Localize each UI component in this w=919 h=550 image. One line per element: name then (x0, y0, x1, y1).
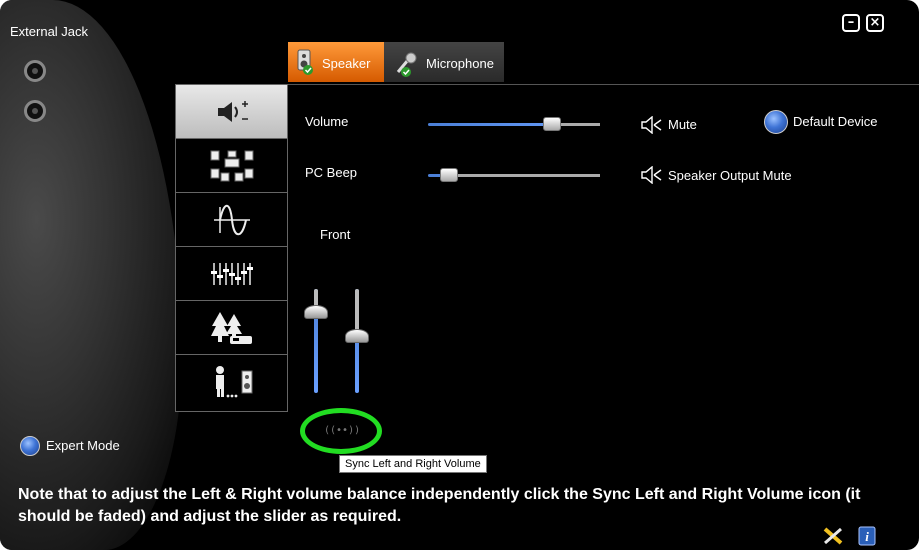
svg-text:i: i (865, 529, 869, 544)
mute-icon[interactable] (640, 116, 662, 134)
volume-slider[interactable] (428, 117, 600, 131)
instruction-note: Note that to adjust the Left & Right vol… (18, 486, 861, 525)
speaker-settings-panel (288, 84, 919, 481)
tab-speaker-label: Speaker (322, 56, 371, 71)
equalizer-icon (210, 262, 253, 285)
audio-manager-window: External Jack Expert Mode – × Speaker Mi… (0, 0, 919, 550)
pc-beep-label: PC Beep (305, 165, 358, 180)
default-device-label: Default Device (793, 114, 878, 129)
highlight-ring (300, 408, 382, 454)
tab-microphone-label: Microphone (426, 56, 494, 71)
front-right-slider-thumb[interactable] (345, 329, 369, 343)
audio-jack-2-icon[interactable] (24, 100, 46, 122)
tab-microphone[interactable]: Microphone (384, 42, 504, 82)
speaker-config-icon (210, 150, 253, 181)
microphone-icon (396, 52, 417, 77)
default-device-radio[interactable] (764, 110, 788, 134)
room-correction-icon (215, 366, 252, 398)
minimize-button[interactable]: – (842, 14, 860, 32)
external-jack-title: External Jack (10, 24, 89, 39)
pc-beep-slider[interactable] (428, 168, 600, 182)
sync-tooltip: Sync Left and Right Volume (339, 455, 487, 473)
front-left-slider-thumb[interactable] (304, 305, 328, 319)
info-icon[interactable]: i (858, 526, 876, 546)
expert-mode-radio[interactable] (20, 436, 40, 456)
function-icon-column (175, 84, 288, 412)
expert-mode-label: Expert Mode (46, 438, 120, 453)
tab-speaker[interactable]: Speaker (288, 42, 384, 82)
pc-beep-slider-thumb[interactable] (440, 168, 458, 182)
front-channel-label: Front (320, 227, 351, 242)
environment-icon (210, 311, 252, 344)
speaker-output-mute-label: Speaker Output Mute (668, 168, 792, 183)
volume-label: Volume (305, 114, 349, 129)
sound-effects-icon (213, 204, 250, 235)
front-right-volume-slider[interactable] (345, 289, 369, 393)
speaker-output-mute-icon[interactable] (640, 166, 662, 184)
audio-jack-1-icon[interactable] (24, 60, 46, 82)
volume-slider-thumb[interactable] (543, 117, 561, 131)
speaker-icon (297, 49, 313, 75)
environment-tab-button[interactable] (176, 301, 287, 355)
close-button[interactable]: × (866, 14, 884, 32)
front-left-volume-slider[interactable] (304, 289, 328, 393)
external-jack-panel (0, 0, 182, 550)
pc-beep-slider-rest (449, 174, 600, 177)
sound-effects-tab-button[interactable] (176, 193, 287, 247)
room-correction-tab-button[interactable] (176, 355, 287, 409)
volume-tab-button[interactable] (176, 85, 287, 139)
mute-label: Mute (668, 117, 697, 132)
equalizer-tab-button[interactable] (176, 247, 287, 301)
volume-icon (217, 100, 248, 122)
speaker-config-tab-button[interactable] (176, 139, 287, 193)
tools-icon[interactable] (822, 526, 844, 546)
